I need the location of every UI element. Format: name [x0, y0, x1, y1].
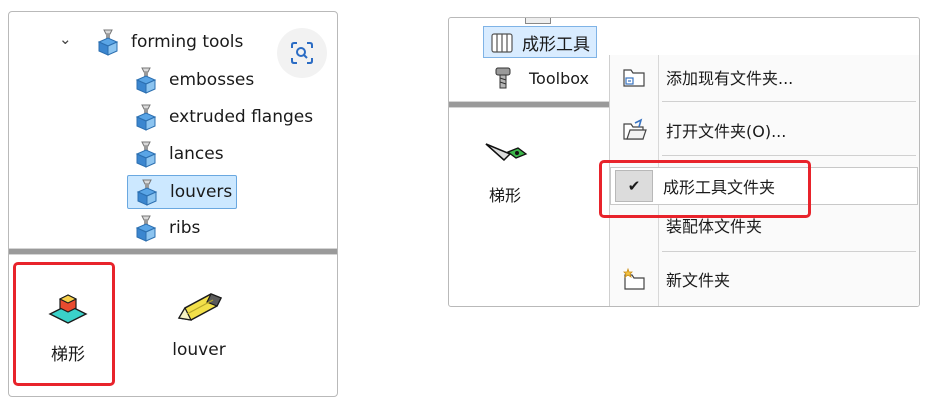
screw-icon	[495, 67, 511, 89]
tree-item-forming-tools-cn[interactable]: 成形工具	[483, 26, 597, 58]
tree-item-label: lances	[169, 144, 224, 164]
tree-item-label: forming tools	[131, 32, 244, 52]
tree-item-label: embosses	[169, 70, 255, 90]
visual-search-icon	[291, 42, 313, 64]
tree-item-label: extruded flanges	[169, 107, 314, 127]
tree-item-lances[interactable]: lances	[131, 140, 224, 168]
tree-item-label: louvers	[170, 182, 233, 202]
chevron-down-icon[interactable]: ⌄	[59, 30, 72, 48]
tree-item-label: 成形工具	[522, 34, 590, 55]
splitter[interactable]	[449, 101, 609, 108]
forming-tool-folder-icon	[491, 33, 513, 53]
menu-item-label: 新文件夹	[666, 271, 731, 290]
louver-tool-icon	[177, 293, 223, 321]
file-tile-louver[interactable]: louver	[159, 288, 239, 360]
menu-item-label: 添加现有文件夹...	[666, 69, 794, 88]
menu-item-open-folder[interactable]: 打开文件夹(O)...	[610, 112, 919, 148]
tree-item-ribs[interactable]: ribs	[131, 214, 200, 242]
tree-item-cut-icon	[525, 18, 551, 24]
highlight-box	[599, 160, 811, 218]
visual-search-button[interactable]	[277, 28, 327, 78]
menu-separator	[662, 155, 916, 156]
forming-tool-folder-icon	[97, 29, 119, 56]
forming-tool-folder-icon	[135, 141, 157, 168]
menu-separator	[662, 251, 916, 252]
add-folder-icon	[610, 65, 658, 89]
tree-item-toolbox[interactable]: Toolbox	[493, 64, 589, 92]
splitter[interactable]	[9, 248, 337, 255]
open-folder-icon	[610, 118, 658, 142]
menu-item-new-folder[interactable]: 新文件夹	[610, 261, 919, 297]
file-tile-trapezoid-cn[interactable]: 梯形	[475, 138, 535, 206]
tree-item-label: ribs	[169, 218, 201, 238]
forming-tool-folder-icon	[135, 215, 157, 242]
forming-tool-part-icon	[485, 143, 528, 162]
tree-item-louvers[interactable]: louvers	[127, 175, 238, 209]
file-label: 梯形	[488, 186, 521, 205]
menu-item-add-existing-folder[interactable]: 添加现有文件夹...	[610, 59, 919, 95]
forming-tool-folder-icon	[135, 67, 157, 94]
tree-item-embosses[interactable]: embosses	[131, 66, 254, 94]
tree-item-extruded-flanges[interactable]: extruded flanges	[131, 103, 313, 131]
new-folder-icon	[610, 267, 658, 291]
tree-item-forming-tools[interactable]: forming tools	[93, 28, 243, 56]
tree-item-label: Toolbox	[529, 68, 589, 88]
menu-separator	[662, 101, 916, 102]
design-library-panel-chinese: 成形工具 Toolbox 梯形 添加现有文件夹... 打开文件夹(O)... ✔…	[448, 17, 920, 307]
forming-tool-folder-icon	[136, 179, 158, 206]
menu-item-label: 打开文件夹(O)...	[666, 122, 787, 141]
forming-tool-folder-icon	[135, 104, 157, 131]
file-label: louver	[172, 340, 226, 360]
design-library-panel-english: ⌄ forming tools embosses extruded flange…	[8, 11, 338, 397]
highlight-box	[13, 262, 115, 386]
